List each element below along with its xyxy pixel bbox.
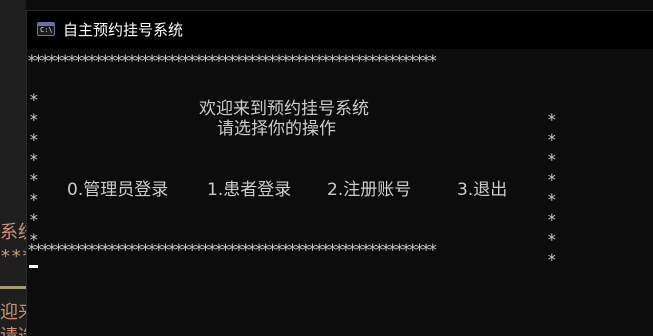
desktop: 系统 **** 迎来 请选 C:\ 自主预约挂号系统 *************… <box>0 0 653 336</box>
menu-option-admin-login: 0.管理员登录 <box>67 180 169 200</box>
border-top: ****************************************… <box>27 51 438 70</box>
window-title: 自主预约挂号系统 <box>63 21 184 39</box>
border-right-star: * <box>547 230 557 249</box>
menu-option-register: 2.注册账号 <box>327 180 412 200</box>
border-right-star: * <box>547 210 557 229</box>
border-right-star: * <box>547 110 557 129</box>
text-cursor <box>29 265 38 268</box>
border-right-star: * <box>547 130 557 149</box>
background-editor-text: **** <box>0 246 26 267</box>
border-right-star: * <box>547 150 557 169</box>
console-output[interactable]: ****************************************… <box>27 49 653 336</box>
border-side-row: * * <box>27 150 557 209</box>
border-right-star: * <box>547 190 557 209</box>
border-side-row: * * <box>27 210 557 269</box>
console-app-icon[interactable]: C:\ <box>37 22 55 36</box>
border-right-star: * <box>547 250 557 269</box>
console-app-icon-label: C:\ <box>40 26 53 34</box>
border-side-row: * * <box>27 130 557 189</box>
border-bottom: ****************************************… <box>27 240 438 259</box>
welcome-message: 欢迎来到预约挂号系统 <box>199 99 369 119</box>
border-side-row: * * <box>27 110 557 169</box>
background-editor-text: 系统 <box>0 222 26 243</box>
menu-option-exit: 3.退出 <box>457 180 508 200</box>
operation-prompt: 请选择你的操作 <box>217 119 336 139</box>
background-editor-divider <box>0 286 26 289</box>
background-editor-text: 请选 <box>0 322 26 336</box>
console-window[interactable]: C:\ 自主预约挂号系统 ***************************… <box>26 10 653 336</box>
border-side-row: * * <box>27 70 557 129</box>
border-right-star: * <box>547 170 557 189</box>
background-editor-window: 系统 **** 迎来 请选 <box>0 0 26 336</box>
border-side-row: * * <box>27 90 557 149</box>
background-editor-text: 迎来 <box>0 302 26 323</box>
title-bar[interactable]: C:\ 自主预约挂号系统 <box>27 11 653 49</box>
menu-option-patient-login: 1.患者登录 <box>207 180 292 200</box>
